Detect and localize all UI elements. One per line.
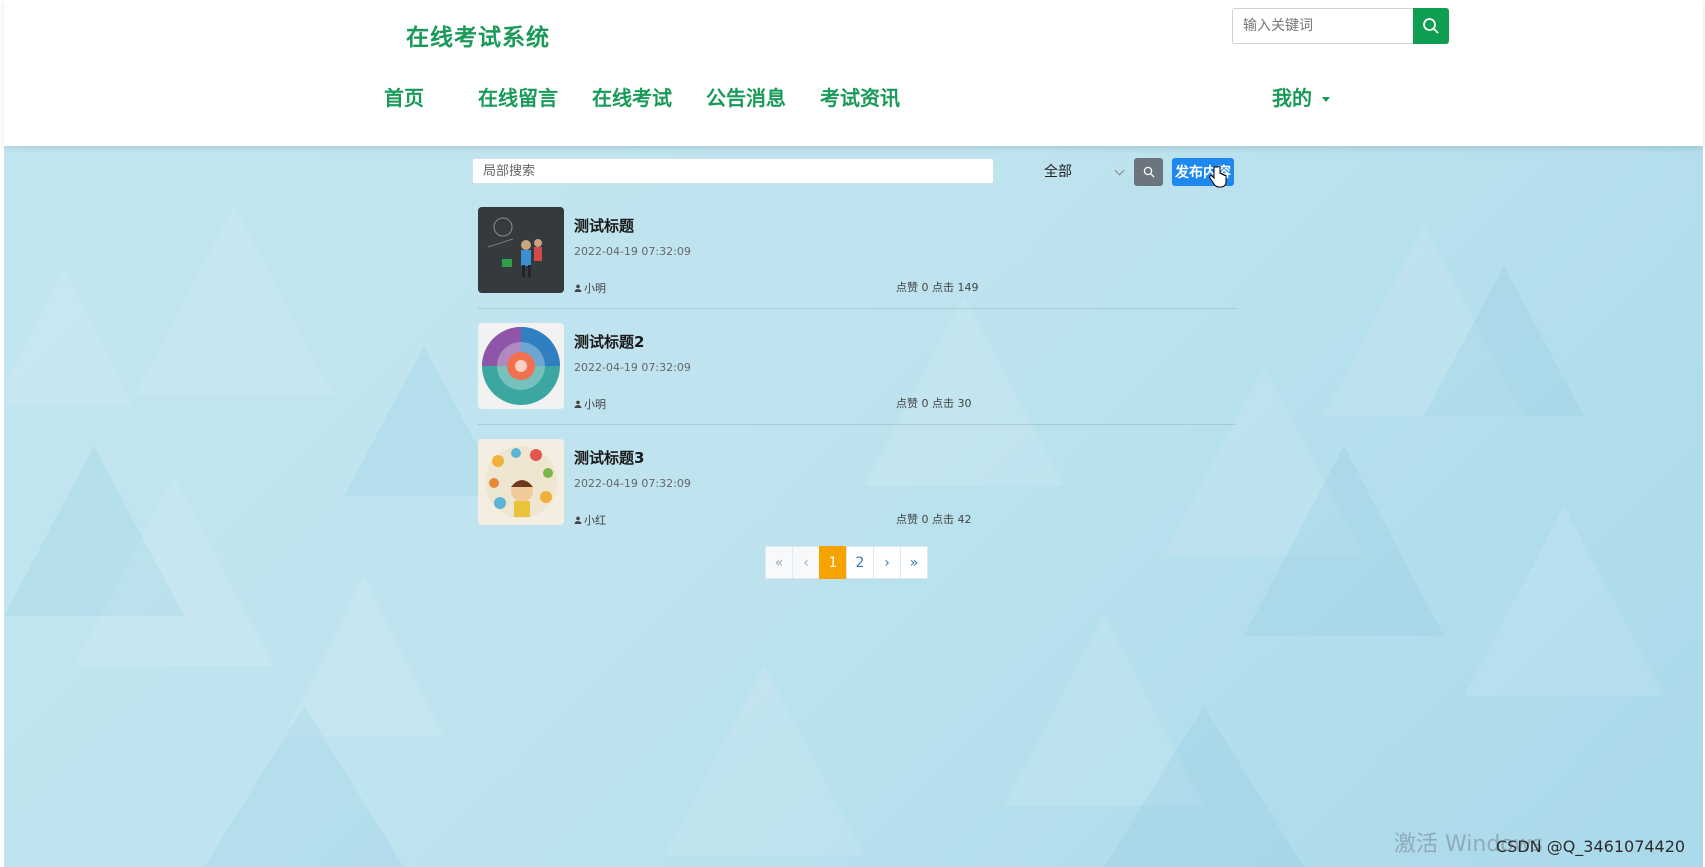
post-author: 小明: [574, 396, 606, 412]
nav-mine-label: 我的: [1272, 86, 1312, 110]
list-divider: [478, 308, 1236, 309]
post-thumbnail[interactable]: [478, 323, 564, 409]
category-select-value: 全部: [1044, 164, 1072, 180]
nav-mine-dropdown[interactable]: 我的: [1272, 82, 1330, 111]
nav-exam-news[interactable]: 考试资讯: [820, 82, 900, 111]
csdn-watermark: CSDN @Q_3461074420: [1496, 837, 1686, 856]
cartoon-icons-image: [478, 439, 564, 525]
keyword-search-button[interactable]: [1413, 8, 1449, 44]
user-icon: [574, 400, 582, 408]
keyword-search-input[interactable]: [1232, 8, 1414, 44]
next-page-button[interactable]: ›: [873, 546, 901, 579]
post-stats: 点赞 0 点击 42: [896, 513, 972, 526]
pagination: « ‹ 1 2 › »: [765, 546, 928, 579]
main-nav: 首页 在线留言 在线考试 公告消息 考试资讯: [4, 82, 1703, 114]
local-search-button[interactable]: [1134, 158, 1163, 186]
user-icon: [574, 516, 582, 524]
caret-down-icon: [1322, 97, 1330, 102]
top-header: 在线考试系统 首页 在线留言 在线考试 公告消息 考试资讯 我的: [4, 0, 1703, 146]
post-stats: 点赞 0 点击 149: [896, 281, 979, 294]
last-page-button[interactable]: »: [900, 546, 928, 579]
hand-cursor-icon: [1209, 166, 1227, 188]
nav-messages[interactable]: 在线留言: [478, 82, 558, 111]
post-author: 小明: [574, 280, 606, 296]
chalkboard-image: [478, 207, 564, 293]
post-thumbnail[interactable]: [478, 439, 564, 525]
post-date: 2022-04-19 07:32:09: [574, 245, 691, 258]
user-icon: [574, 284, 582, 292]
page-frame: 在线考试系统 首页 在线留言 在线考试 公告消息 考试资讯 我的: [4, 0, 1703, 867]
post-author: 小红: [574, 512, 606, 528]
post-title[interactable]: 测试标题: [574, 215, 634, 236]
list-item[interactable]: 测试标题3 2022-04-19 07:32:09 小红 点赞 0 点击 42: [478, 439, 1236, 555]
prev-page-button[interactable]: ‹: [792, 546, 820, 579]
list-item[interactable]: 测试标题 2022-04-19 07:32:09 小明 点赞 0 点击 149: [478, 207, 1236, 323]
nav-notices[interactable]: 公告消息: [706, 82, 786, 111]
post-author-name: 小明: [584, 282, 606, 295]
post-date: 2022-04-19 07:32:09: [574, 477, 691, 490]
post-author-name: 小明: [584, 398, 606, 411]
site-logo[interactable]: 在线考试系统: [406, 18, 550, 52]
circular-infographic-image: [478, 323, 564, 409]
nav-home[interactable]: 首页: [384, 82, 424, 111]
page-1-button[interactable]: 1: [819, 546, 847, 579]
list-divider: [478, 424, 1236, 425]
local-search-input[interactable]: [472, 158, 994, 184]
post-title[interactable]: 测试标题2: [574, 331, 644, 352]
first-page-button[interactable]: «: [765, 546, 793, 579]
post-date: 2022-04-19 07:32:09: [574, 361, 691, 374]
chevron-down-icon: [1114, 165, 1125, 176]
post-stats: 点赞 0 点击 30: [896, 397, 972, 410]
search-icon: [1143, 166, 1154, 178]
post-thumbnail[interactable]: [478, 207, 564, 293]
page-2-button[interactable]: 2: [846, 546, 874, 579]
nav-exams[interactable]: 在线考试: [592, 82, 672, 111]
search-icon: [1423, 18, 1439, 34]
list-item[interactable]: 测试标题2 2022-04-19 07:32:09 小明 点赞 0 点击 30: [478, 323, 1236, 439]
post-author-name: 小红: [584, 514, 606, 527]
post-title[interactable]: 测试标题3: [574, 447, 644, 468]
